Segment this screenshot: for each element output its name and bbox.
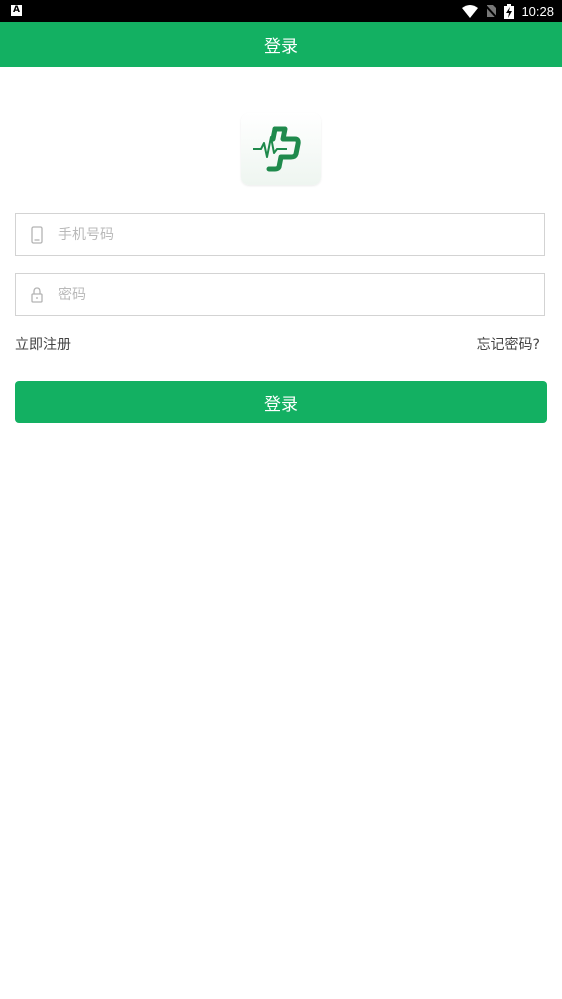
forgot-password-link[interactable]: 忘记密码? xyxy=(477,334,540,354)
register-link[interactable]: 立即注册 xyxy=(15,334,71,354)
phone-input[interactable] xyxy=(58,214,528,255)
password-field[interactable] xyxy=(15,273,545,316)
login-button[interactable]: 登录 xyxy=(15,381,547,423)
app-logo xyxy=(241,113,321,185)
password-input[interactable] xyxy=(58,274,528,315)
wifi-icon xyxy=(462,4,479,18)
notification-app-icon: A xyxy=(11,5,22,16)
status-time: 10:28 xyxy=(521,3,554,19)
medical-cross-logo-icon xyxy=(253,126,301,172)
page-title: 登录 xyxy=(264,37,298,57)
app-bar: 登录 xyxy=(0,22,562,67)
status-bar: A 10:28 xyxy=(0,0,562,22)
lock-icon xyxy=(31,287,43,303)
status-icons: 10:28 xyxy=(462,0,554,22)
phone-icon xyxy=(31,226,43,244)
phone-field[interactable] xyxy=(15,213,545,256)
no-sim-icon xyxy=(485,4,498,18)
battery-charging-icon xyxy=(504,3,515,19)
